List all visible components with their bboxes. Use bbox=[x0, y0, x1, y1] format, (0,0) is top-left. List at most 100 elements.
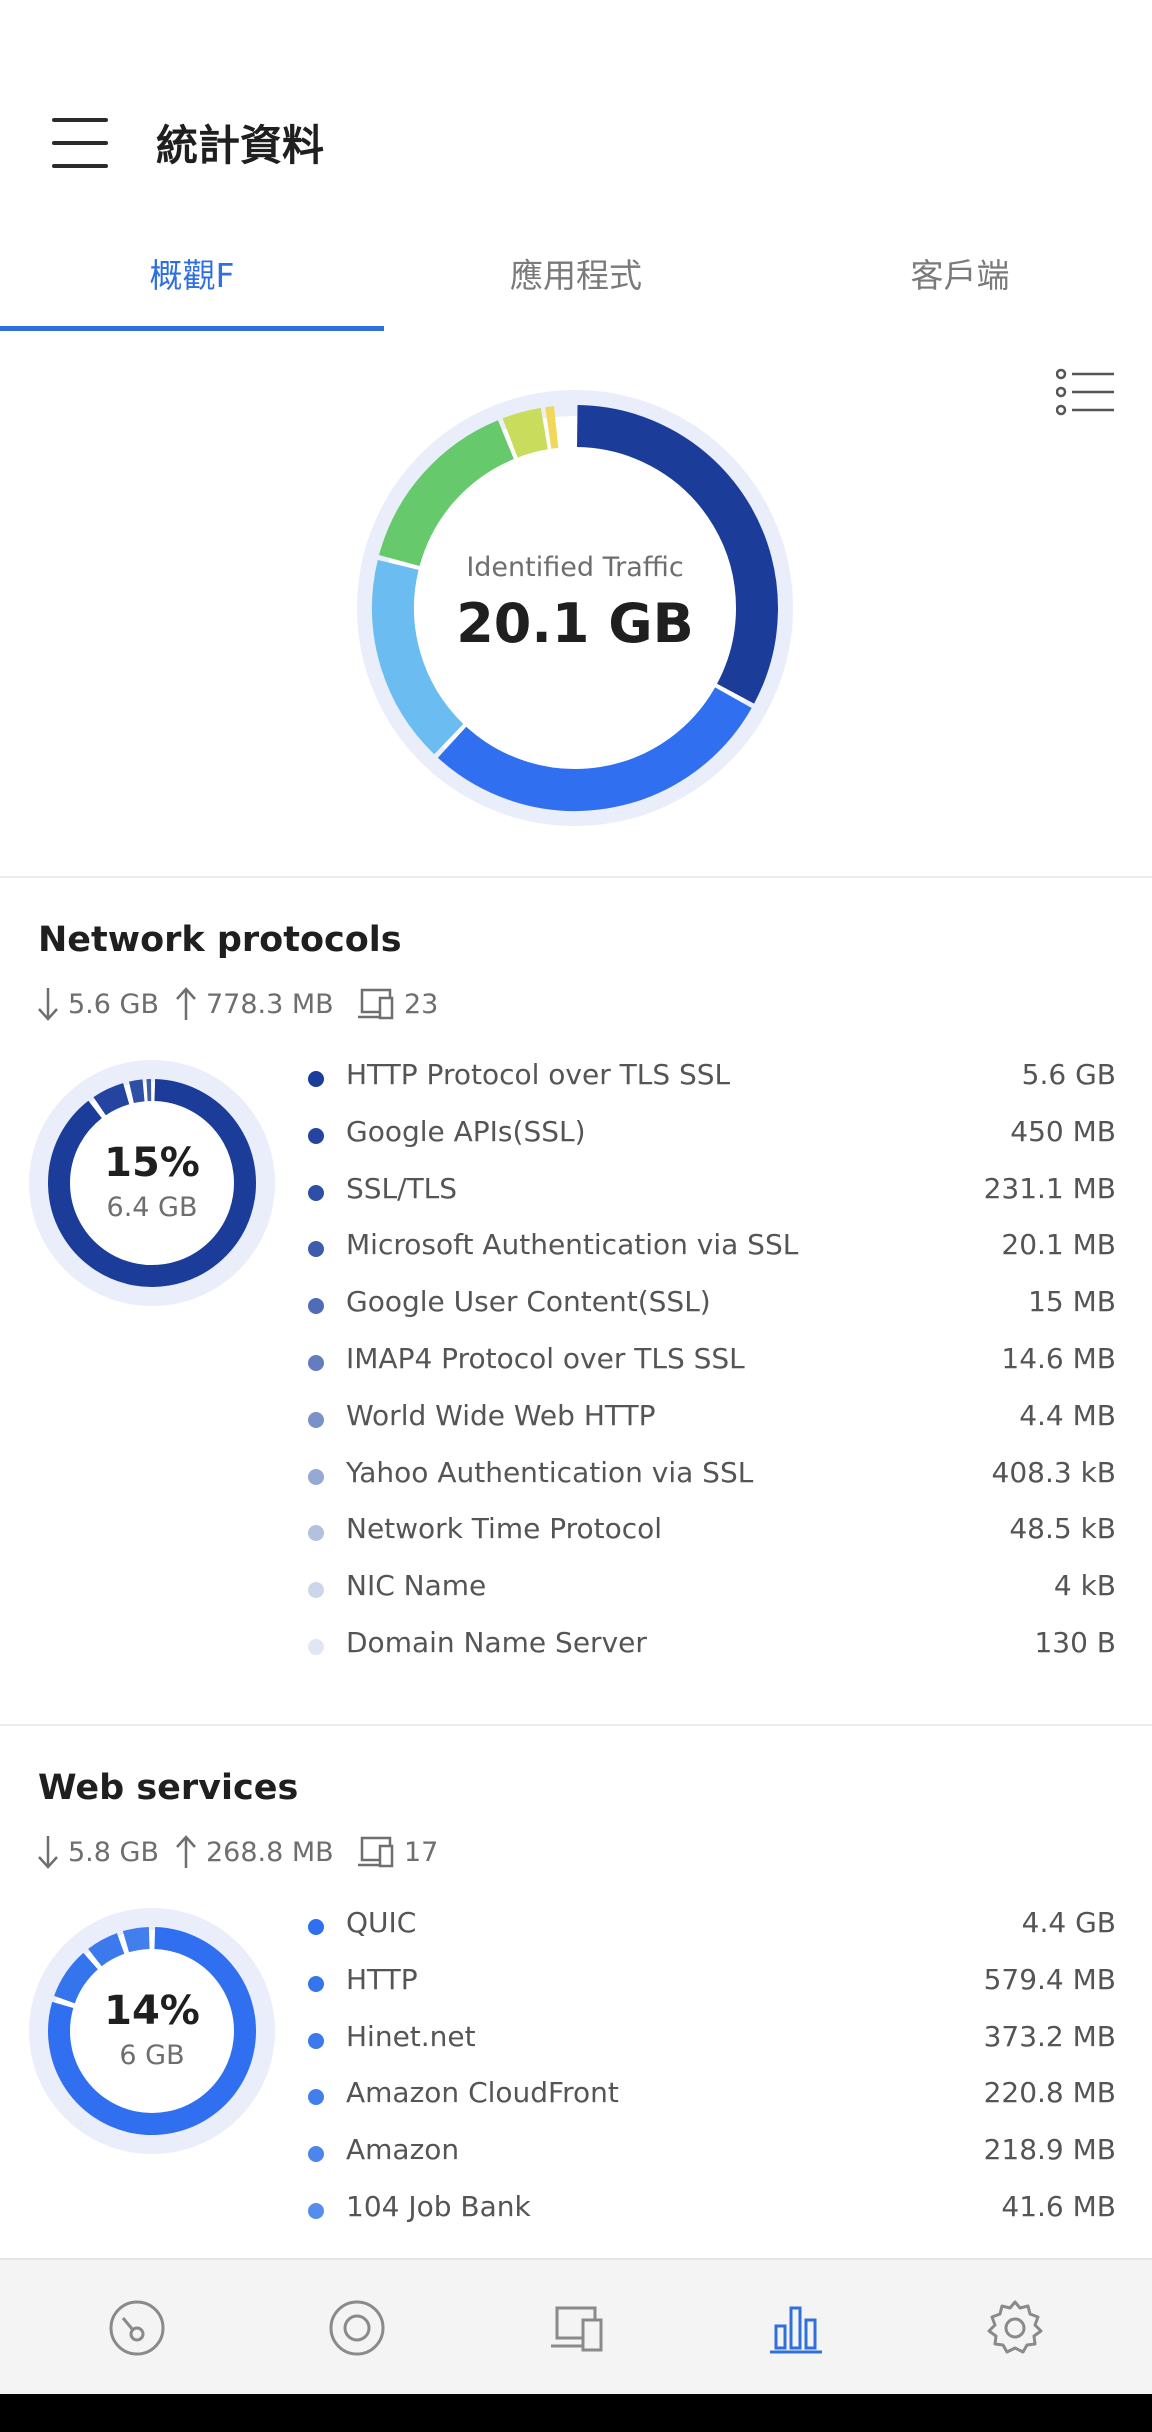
divider bbox=[0, 876, 1152, 878]
legend-value: 408.3 kB bbox=[991, 1455, 1116, 1489]
legend-value: 4 kB bbox=[1053, 1569, 1116, 1603]
legend-row[interactable]: Microsoft Authentication via SSL 20.1 MB bbox=[308, 1222, 1116, 1278]
share-segment-1 bbox=[93, 1083, 130, 1116]
traffic-segment-3 bbox=[379, 420, 515, 567]
legend-row[interactable]: 104 Job Bank 41.6 MB bbox=[308, 2184, 1116, 2240]
legend-label: Google APIs(SSL) bbox=[346, 1114, 586, 1148]
legend-dot bbox=[308, 2203, 324, 2219]
upload-value: 778.3 MB bbox=[206, 988, 334, 1020]
devices-icon bbox=[358, 988, 394, 1020]
download-icon bbox=[38, 1836, 58, 1869]
upload-icon bbox=[176, 987, 196, 1020]
legend-label: HTTP bbox=[346, 1962, 418, 1996]
legend-value: 14.6 MB bbox=[1001, 1342, 1116, 1375]
upload-icon bbox=[176, 1835, 196, 1868]
page-title: 統計資料 bbox=[156, 121, 325, 170]
share-segment-2 bbox=[88, 1933, 125, 1967]
legend-label: IMAP4 Protocol over TLS SSL bbox=[346, 1342, 745, 1375]
bottom-navigation bbox=[0, 2258, 1152, 2396]
legend-value: 373.2 MB bbox=[983, 2019, 1116, 2053]
app-header: 統計資料 bbox=[0, 0, 1152, 220]
tab-active-indicator bbox=[0, 326, 384, 331]
legend-dot bbox=[308, 1639, 324, 1655]
legend-value: 48.5 kB bbox=[1009, 1512, 1116, 1546]
legend-label: HTTP Protocol over TLS SSL bbox=[346, 1058, 731, 1091]
list-view-icon[interactable] bbox=[1055, 368, 1116, 428]
nav-statistics[interactable] bbox=[686, 2260, 906, 2396]
legend-dot bbox=[308, 2146, 324, 2163]
legend-label: SSL/TLS bbox=[346, 1171, 458, 1205]
legend-row[interactable]: Yahoo Authentication via SSL 408.3 kB bbox=[308, 1450, 1116, 1506]
web-services-total: 6 GB bbox=[119, 2040, 185, 2071]
tab-applications[interactable]: 應用程式 bbox=[384, 240, 768, 332]
legend-value: 5.6 GB bbox=[1021, 1058, 1116, 1091]
traffic-segment-4 bbox=[502, 407, 549, 458]
download-value: 5.8 GB bbox=[68, 1836, 159, 1868]
share-segment-3 bbox=[122, 1927, 150, 1953]
download-icon bbox=[38, 988, 58, 1021]
legend-row[interactable]: Amazon 218.9 MB bbox=[308, 2127, 1116, 2183]
legend-value: 15 MB bbox=[1028, 1285, 1116, 1319]
legend-row[interactable]: IMAP4 Protocol over TLS SSL 14.6 MB bbox=[308, 1336, 1116, 1392]
legend-row[interactable]: QUIC 4.4 GB bbox=[308, 1900, 1116, 1956]
legend-dot bbox=[308, 1411, 324, 1428]
legend-label: Amazon bbox=[346, 2133, 460, 2167]
download-value: 5.6 GB bbox=[68, 988, 159, 1020]
legend-value: 130 B bbox=[1034, 1626, 1116, 1659]
legend-row[interactable]: Hinet.net 373.2 MB bbox=[308, 2014, 1116, 2070]
legend-dot bbox=[308, 1127, 324, 1144]
legend-row[interactable]: Amazon CloudFront 220.8 MB bbox=[308, 2070, 1116, 2126]
divider bbox=[0, 1724, 1152, 1726]
statistics-icon bbox=[770, 2306, 822, 2354]
tab-clients[interactable]: 客戶端 bbox=[768, 240, 1152, 332]
system-bar bbox=[0, 2394, 1152, 2432]
legend-dot bbox=[308, 1582, 324, 1599]
legend-row[interactable]: World Wide Web HTTP 4.4 MB bbox=[308, 1393, 1116, 1449]
legend-value: 4.4 MB bbox=[1019, 1398, 1116, 1432]
nav-devices[interactable] bbox=[467, 2260, 687, 2396]
menu-icon[interactable] bbox=[52, 118, 108, 168]
legend-value: 41.6 MB bbox=[1001, 2190, 1116, 2223]
legend-row[interactable]: Domain Name Server 130 B bbox=[308, 1620, 1116, 1676]
section-title-web-services: Web services bbox=[38, 1768, 299, 1808]
legend-dot bbox=[308, 1919, 324, 1935]
legend-label: NIC Name bbox=[346, 1569, 487, 1603]
legend-label: QUIC bbox=[346, 1906, 417, 1939]
traffic-segment-5 bbox=[545, 406, 559, 449]
legend-row[interactable]: Google User Content(SSL) 15 MB bbox=[308, 1279, 1116, 1335]
legend-dot bbox=[308, 1468, 324, 1485]
legend-label: Amazon CloudFront bbox=[346, 2076, 619, 2110]
legend-row[interactable]: Google APIs(SSL) 450 MB bbox=[308, 1109, 1116, 1165]
network-protocols-total: 6.4 GB bbox=[106, 1192, 198, 1223]
legend-dot bbox=[308, 1241, 324, 1258]
legend-label: Yahoo Authentication via SSL bbox=[346, 1455, 754, 1489]
upload-value: 268.8 MB bbox=[206, 1836, 334, 1868]
legend-label: 104 Job Bank bbox=[346, 2190, 531, 2223]
legend-value: 218.9 MB bbox=[983, 2133, 1116, 2167]
legend-row[interactable]: SSL/TLS 231.1 MB bbox=[308, 1166, 1116, 1222]
legend-label: Microsoft Authentication via SSL bbox=[346, 1228, 799, 1262]
legend-label: World Wide Web HTTP bbox=[346, 1398, 656, 1432]
tab-overview[interactable]: 概觀F bbox=[0, 240, 384, 332]
network-protocols-percent: 15% bbox=[104, 1140, 200, 1186]
legend-dot bbox=[308, 1184, 324, 1201]
devices-icon bbox=[551, 2306, 603, 2352]
nav-dashboard[interactable] bbox=[27, 2260, 247, 2396]
legend-dot bbox=[308, 1525, 324, 1542]
legend-value: 450 MB bbox=[1010, 1114, 1116, 1148]
legend-row[interactable]: HTTP 579.4 MB bbox=[308, 1957, 1116, 2013]
legend-value: 579.4 MB bbox=[983, 1962, 1116, 1996]
nav-record[interactable] bbox=[247, 2260, 467, 2396]
legend-row[interactable]: Network Time Protocol 48.5 kB bbox=[308, 1506, 1116, 1562]
section-title-network-protocols: Network protocols bbox=[38, 920, 402, 960]
legend-dot bbox=[308, 2089, 324, 2106]
dashboard-icon bbox=[109, 2300, 165, 2356]
legend-label: Google User Content(SSL) bbox=[346, 1285, 711, 1319]
legend-dot bbox=[308, 2032, 324, 2049]
legend-dot bbox=[308, 1355, 324, 1371]
nav-settings[interactable] bbox=[905, 2260, 1125, 2396]
legend-row[interactable]: NIC Name 4 kB bbox=[308, 1563, 1116, 1619]
legend-label: Hinet.net bbox=[346, 2019, 476, 2053]
settings-icon bbox=[987, 2300, 1043, 2354]
legend-row[interactable]: HTTP Protocol over TLS SSL 5.6 GB bbox=[308, 1052, 1116, 1108]
